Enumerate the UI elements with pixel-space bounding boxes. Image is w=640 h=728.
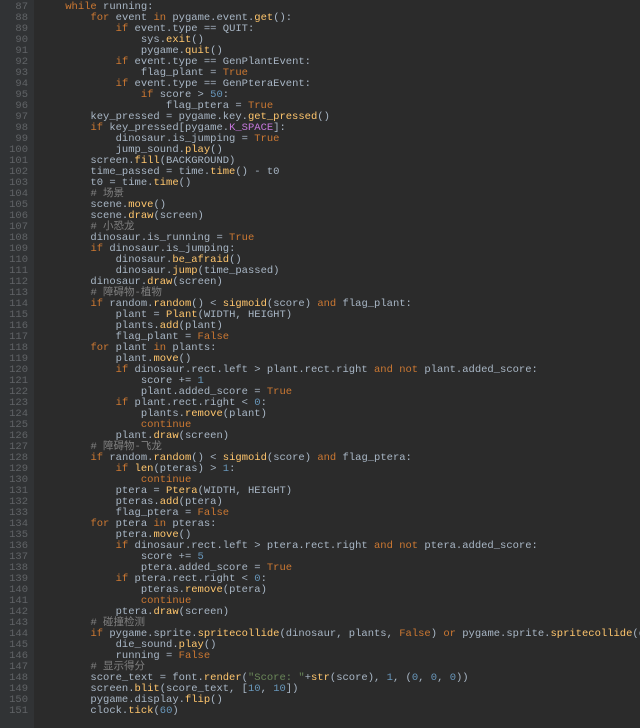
code-area[interactable]: while running: for event in pygame.event… — [34, 0, 640, 728]
line-number: 151 — [6, 706, 28, 717]
line-number-gutter: 8788899091929394959697989910010110210310… — [0, 0, 34, 728]
code-line[interactable]: t0 = time.time() — [40, 178, 640, 189]
code-editor: 8788899091929394959697989910010110210310… — [0, 0, 640, 728]
code-line[interactable]: clock.tick(60) — [40, 706, 640, 717]
